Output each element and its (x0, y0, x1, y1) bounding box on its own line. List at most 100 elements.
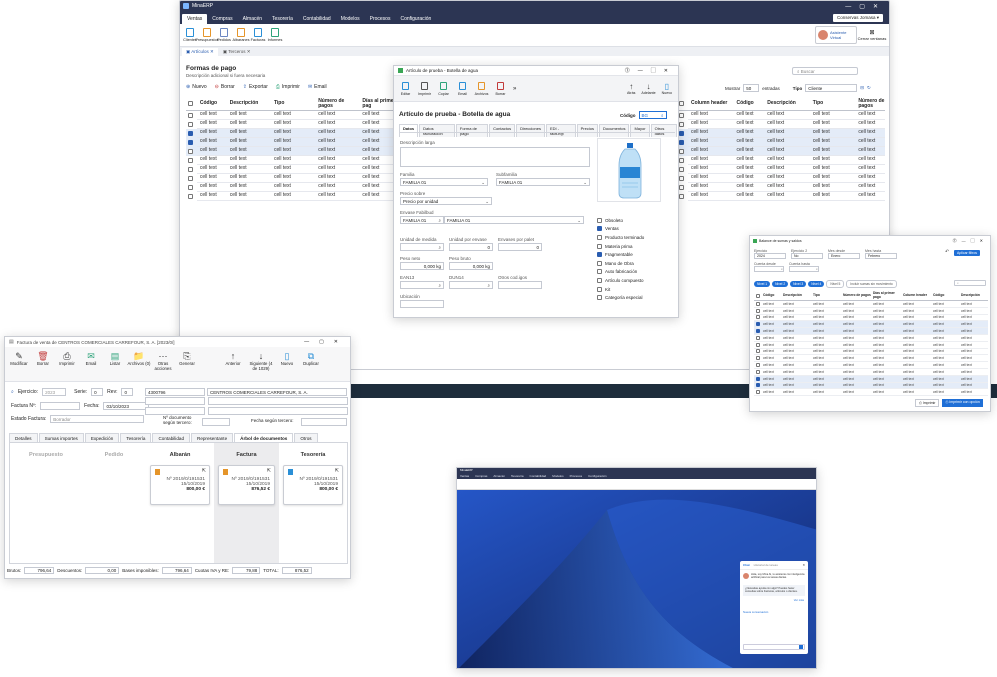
article-imprimir-button[interactable]: Imprimir (415, 81, 434, 96)
unit-per-field[interactable]: 0 (449, 243, 493, 251)
window-controls-icon[interactable]: ⓵—▢✕ (625, 67, 678, 74)
article-archivos-button[interactable]: Archivos (472, 81, 491, 96)
address-field-2[interactable] (145, 407, 205, 415)
rev-field[interactable]: 0 (121, 388, 134, 396)
level-5-chip[interactable]: Nivel 5 (826, 280, 845, 288)
check-materia-prima[interactable]: Materia prima (597, 242, 644, 251)
checkbox[interactable] (597, 286, 602, 292)
row-checkbox[interactable] (679, 113, 684, 118)
ejercicio-field[interactable]: 2023 (42, 388, 67, 396)
row-checkbox[interactable] (679, 185, 684, 190)
row-checkbox[interactable] (756, 376, 760, 381)
table-row[interactable]: cell text cell text cell text cell text cell… (186, 156, 396, 165)
include-button[interactable]: Incluir sumas sin movimiento (846, 280, 897, 288)
filter-select[interactable]: Febrero (865, 253, 897, 259)
level-1-chip[interactable]: Nivel 1 (754, 281, 771, 287)
checkbox[interactable] (597, 234, 602, 240)
select-all-checkbox[interactable] (188, 101, 193, 106)
serie-field[interactable]: 0 (91, 388, 104, 396)
column-header[interactable]: Código (762, 294, 782, 298)
check-articulo-compuesto[interactable]: Artículo compuesto (597, 276, 644, 285)
email-button[interactable]: ✉ Email (308, 84, 327, 90)
tab-terceros[interactable]: ▣ Terceros ✕ (219, 48, 255, 56)
table-row[interactable]: cell text cell text cell text cell text cell… (754, 321, 988, 329)
fecha-field[interactable]: 03/10/2023 (103, 402, 150, 410)
tab-mayor[interactable]: Mayor (630, 124, 650, 137)
row-checkbox[interactable] (756, 349, 760, 354)
balance-search[interactable]: ⌕ (954, 280, 986, 286)
column-header[interactable]: Descripción (227, 101, 271, 106)
ribbon-pedidos-button[interactable]: Pedidos (217, 28, 231, 42)
row-checkbox[interactable] (756, 301, 760, 306)
nuevo-button[interactable]: ⊕ Nuevo (186, 84, 207, 90)
column-header[interactable]: Descripción (764, 101, 810, 106)
filter-select[interactable]: Enero (828, 253, 860, 259)
menu-compras[interactable]: Compras (207, 14, 237, 24)
tab-edi-factur[interactable]: EDI - factur@ (545, 124, 576, 137)
invoice-listar-button[interactable]: ▤ Listar (103, 351, 127, 366)
check-obsoleto[interactable]: Obsoleto (597, 216, 644, 225)
row-checkbox[interactable] (756, 369, 760, 374)
row-checkbox[interactable] (679, 176, 684, 181)
table-row[interactable]: cell text cell text cell text cell text cell… (754, 314, 988, 322)
send-icon[interactable] (799, 645, 803, 649)
table-row[interactable]: cell text cell text cell text cell text cell… (677, 165, 886, 174)
nav-atras-button[interactable]: ↑ Atrás (627, 82, 635, 95)
check-mano-de-obra[interactable]: Mano de Obra (597, 259, 644, 268)
table-row[interactable]: cell text cell text cell text cell text cell… (754, 348, 988, 356)
print-option-button[interactable]: ⎙ Imprimir con opción (942, 399, 983, 407)
table-row[interactable]: cell text cell text cell text cell text cell… (677, 120, 886, 129)
table-row[interactable]: cell text cell text cell text cell text cell… (677, 192, 886, 201)
menu-procesos[interactable]: Procesos (365, 14, 396, 24)
container-code[interactable]: FAMILIA 01 ⌕ (400, 216, 444, 224)
table-row[interactable]: cell text cell text cell text cell text cell… (186, 192, 396, 201)
table-row[interactable]: cell text cell text cell text cell text cell… (754, 301, 988, 308)
desktop-menu-item[interactable]: Modelos (552, 474, 563, 479)
row-checkbox[interactable] (756, 342, 760, 347)
factura-n-field[interactable] (40, 402, 81, 410)
invoice-generar-button[interactable]: ⎘ Generar (175, 351, 199, 366)
column-header[interactable]: Número de pagos (855, 98, 885, 109)
gross-weight-field[interactable]: 0,000 kg (449, 262, 493, 270)
table-row[interactable]: cell text cell text cell text cell text cell… (186, 129, 396, 138)
client-name-field[interactable]: CENTROS COMERCIALES CARREFOUR, S. A. (207, 388, 347, 396)
checkbox[interactable] (597, 243, 602, 249)
document-card[interactable]: ⇱ Nº 2019/0/191531 15/10/2019 800,00 € (283, 465, 343, 505)
filter-select[interactable]: 2024 (754, 253, 786, 259)
other-codes-field[interactable] (498, 281, 542, 289)
nav-adelante-button[interactable]: ↓ Adelante (641, 82, 655, 95)
table-row[interactable]: cell text cell text cell text cell text cell… (754, 307, 988, 315)
article-editar-button[interactable]: Editar (396, 81, 415, 96)
dun-field[interactable]: ⌕ (449, 281, 493, 289)
row-checkbox[interactable] (756, 322, 760, 327)
column-header[interactable]: Código (734, 101, 765, 106)
column-header[interactable]: Column header (902, 294, 932, 298)
select-all-checkbox[interactable] (679, 101, 684, 106)
document-card[interactable]: ⇱ Nº 2019/0/191531 15/10/2019 800,00 € (150, 465, 210, 505)
search-icon[interactable]: ⌕ (11, 389, 14, 395)
row-checkbox[interactable] (188, 176, 193, 181)
row-checkbox[interactable] (756, 356, 760, 361)
level-4-chip[interactable]: Nivel 4 (808, 281, 825, 287)
table-row[interactable]: cell text cell text cell text cell text cell… (754, 341, 988, 349)
table-row[interactable]: cell text cell text cell text cell text cell… (186, 174, 396, 183)
row-checkbox[interactable] (188, 149, 193, 154)
close-windows-button[interactable]: ⊠ Cerrar ventanas (857, 29, 887, 41)
check-ventas[interactable]: Ventas (597, 225, 644, 234)
check-auto-fabricacion[interactable]: Auto fabricación (597, 268, 644, 277)
client-code-field[interactable]: 4300796 (145, 388, 205, 396)
row-checkbox[interactable] (188, 140, 193, 145)
check-fragmentable[interactable]: Fragmentable (597, 250, 644, 259)
ribbon-presupuestos-button[interactable]: Presupuestos (195, 28, 219, 42)
fecha-tercero-field[interactable] (301, 418, 347, 426)
table-row[interactable]: cell text cell text cell text cell text cell… (754, 382, 988, 390)
window-controls-icon[interactable]: —▢✕ (845, 3, 889, 10)
account-to-field[interactable]: ⌕ (789, 266, 819, 272)
family-select[interactable]: FAMILIA 01 ⌄ (400, 178, 488, 186)
column-header[interactable]: Descripción (960, 294, 988, 298)
tab-direcciones[interactable]: Direcciones (516, 124, 545, 137)
table-row[interactable]: cell text cell text cell text cell text cell… (677, 183, 886, 192)
more-icon[interactable]: » (513, 86, 516, 92)
imprimir-button[interactable]: ⎙ Imprimir (276, 84, 300, 90)
menu-modelos[interactable]: Modelos (336, 14, 365, 24)
